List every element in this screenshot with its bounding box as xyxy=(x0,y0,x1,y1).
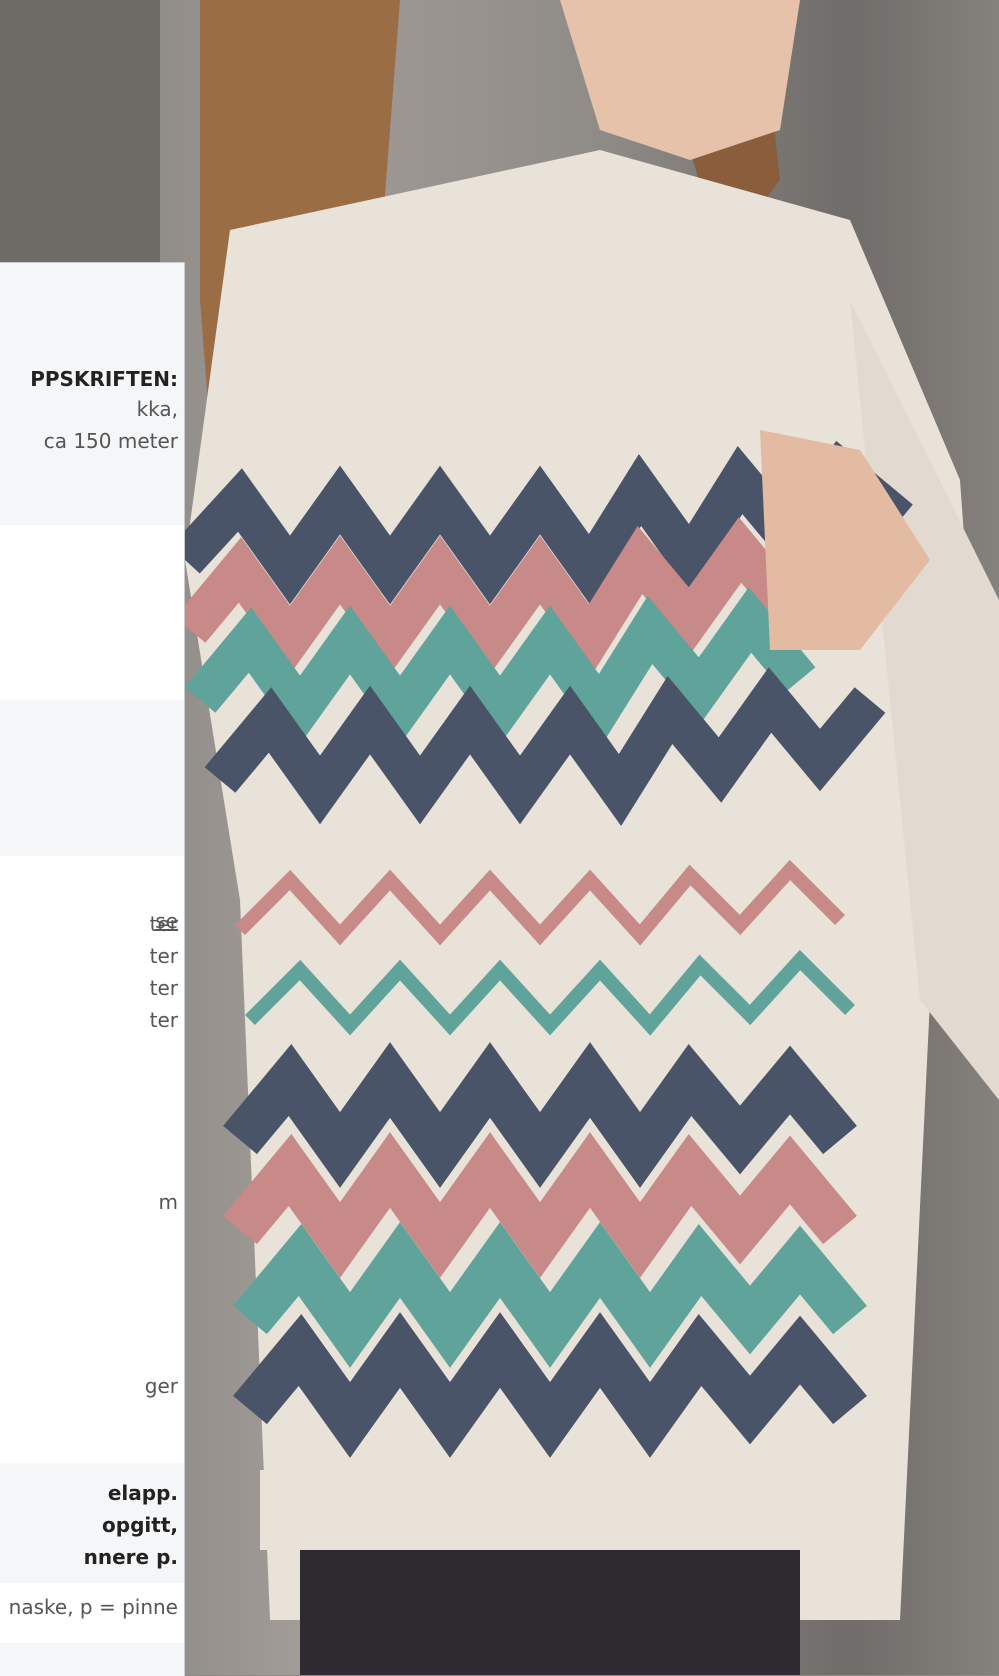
info-block xyxy=(0,700,184,856)
note-section: elapp. opgitt, nnere p. xyxy=(0,1463,184,1583)
materials-section: PPSKRIFTEN: kka, ca 150 meter xyxy=(0,263,184,525)
pattern-info-panel: PPSKRIFTEN: kka, ca 150 meter se ter ter… xyxy=(0,262,185,1676)
yarn-amount: ter xyxy=(149,912,178,936)
note-line: nnere p. xyxy=(83,1545,178,1569)
materials-line: kka, xyxy=(136,397,178,421)
yarn-amount: ter xyxy=(149,944,178,968)
materials-heading: PPSKRIFTEN: xyxy=(30,367,178,391)
yarn-amount: ter xyxy=(149,1008,178,1032)
footer-block xyxy=(0,1643,184,1676)
note-line: opgitt, xyxy=(102,1513,178,1537)
note-line: elapp. xyxy=(107,1481,178,1505)
gauge-line: ger xyxy=(144,1374,178,1398)
materials-line: ca 150 meter xyxy=(43,429,178,453)
size-line: m xyxy=(158,1190,178,1214)
abbreviations-line: naske, p = pinne xyxy=(8,1595,178,1619)
abbreviations-section: naske, p = pinne xyxy=(0,1583,184,1643)
yarn-amount: ter xyxy=(149,976,178,1000)
